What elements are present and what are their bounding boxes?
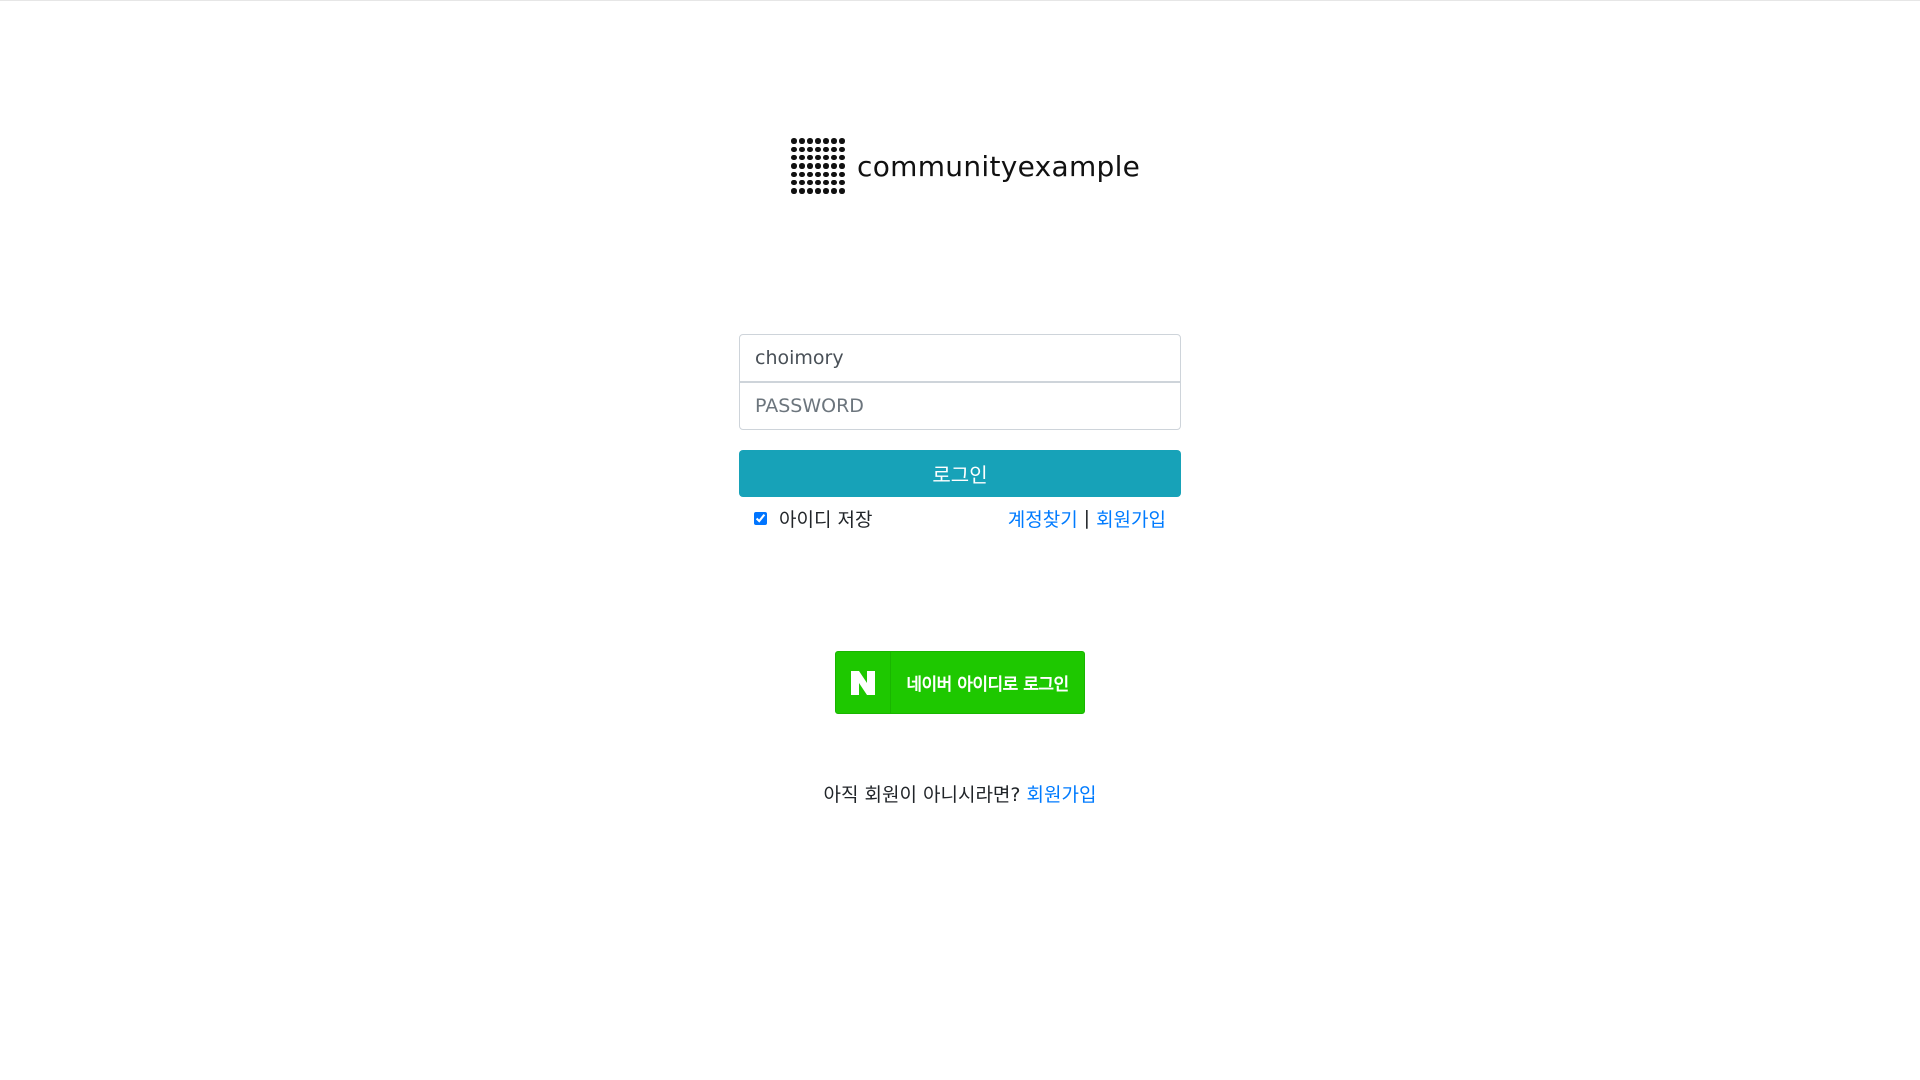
- remember-id-checkbox[interactable]: [754, 511, 767, 525]
- logo-dot: [815, 155, 821, 161]
- signup-prompt-link[interactable]: 회원가입: [1027, 784, 1097, 806]
- link-separator: |: [1083, 507, 1091, 529]
- logo-dot: [831, 171, 837, 178]
- logo-dot: [799, 171, 805, 178]
- logo-dot: [815, 171, 821, 178]
- logo-dot: [807, 188, 813, 194]
- logo-dot: [791, 155, 797, 161]
- logo-dot: [823, 146, 829, 153]
- signup-link[interactable]: 회원가입: [1096, 505, 1166, 532]
- logo-dot: [815, 163, 821, 169]
- signup-prompt: 아직 회원이 아니시라면? 회원가입: [0, 780, 1920, 807]
- naver-login-button[interactable]: 네이버 아이디로 로그인: [835, 651, 1085, 714]
- dot-grid-icon: [790, 137, 846, 195]
- logo-dot: [831, 138, 837, 144]
- logo-dot: [839, 155, 845, 161]
- login-page: communityexample 로그인 아이디 저장 계정찾기 | 회원가입 …: [0, 0, 1920, 1080]
- login-button[interactable]: 로그인: [739, 450, 1181, 497]
- logo-dot: [791, 146, 797, 153]
- logo-dot: [815, 179, 821, 186]
- logo-dot: [799, 155, 805, 161]
- logo-dot: [807, 163, 813, 169]
- logo-dot: [839, 163, 845, 169]
- logo-dot: [823, 138, 829, 144]
- logo-dot: [799, 179, 805, 186]
- naver-login-label: 네이버 아이디로 로그인: [906, 675, 1069, 695]
- logo-dot: [799, 163, 805, 169]
- logo-dot: [831, 188, 837, 194]
- logo-dot: [839, 179, 845, 186]
- logo-dot: [831, 163, 837, 169]
- remember-id-option[interactable]: 아이디 저장: [754, 505, 872, 531]
- logo-dot: [823, 188, 829, 194]
- logo-dot: [839, 188, 845, 194]
- signup-prompt-text: 아직 회원이 아니시라면?: [823, 784, 1027, 806]
- logo-dot: [823, 155, 829, 161]
- find-account-link[interactable]: 계정찾기: [1008, 505, 1078, 532]
- password-input[interactable]: [739, 382, 1181, 430]
- logo-dot: [823, 179, 829, 186]
- username-input[interactable]: [739, 334, 1181, 382]
- site-logo: communityexample: [790, 136, 1140, 196]
- logo-dot: [791, 171, 797, 178]
- remember-id-label: 아이디 저장: [779, 508, 873, 531]
- logo-text: communityexample: [857, 149, 1141, 183]
- top-border: [0, 0, 1920, 1]
- logo-dot: [823, 163, 829, 169]
- logo-dot: [807, 171, 813, 178]
- logo-dot: [807, 179, 813, 186]
- logo-dot: [807, 146, 813, 153]
- logo-dot: [831, 155, 837, 161]
- logo-dot: [839, 146, 845, 153]
- form-options-row: 아이디 저장 계정찾기 | 회원가입: [739, 505, 1181, 531]
- logo-dot: [815, 188, 821, 194]
- logo-dot: [791, 188, 797, 194]
- logo-dot: [839, 171, 845, 178]
- logo-dot: [807, 155, 813, 161]
- naver-n-icon: [836, 652, 891, 713]
- logo-dot: [799, 138, 805, 144]
- logo-dot: [815, 146, 821, 153]
- logo-dot: [831, 179, 837, 186]
- logo-dot: [807, 138, 813, 144]
- logo-dot: [791, 179, 797, 186]
- logo-dot: [799, 188, 805, 194]
- account-links: 계정찾기 | 회원가입: [1008, 505, 1166, 531]
- logo-dot: [815, 138, 821, 144]
- logo-dot: [823, 171, 829, 178]
- logo-dot: [791, 138, 797, 144]
- login-form: 로그인 아이디 저장 계정찾기 | 회원가입: [739, 334, 1181, 531]
- logo-dot: [839, 138, 845, 144]
- logo-dot: [831, 146, 837, 153]
- logo-dot: [799, 146, 805, 153]
- logo-dot: [791, 163, 797, 169]
